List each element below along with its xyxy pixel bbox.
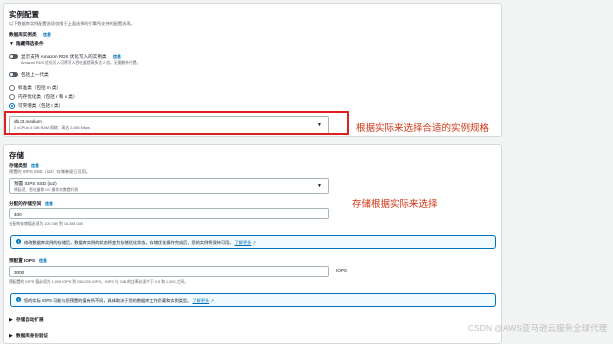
- external-link-icon: ↗: [210, 297, 214, 303]
- highlight-box: [4, 111, 349, 135]
- iops-info-link[interactable]: 信息: [39, 258, 47, 264]
- next-section-toggle[interactable]: 数据库身份验证: [16, 333, 48, 339]
- storage-alert-text: 修改数据库实例的存储后，数据库实例的状态将变为存储优化状态。存储优化操作完成后，…: [24, 239, 234, 245]
- storage-type-value-desc: 将延迟、吞吐量和 I/O 操作次数提升到: [14, 187, 79, 192]
- optimized-writes-desc: Amazon RDS 优化写入可将写入吞吐量提高多达 2 倍，无需额外付费。: [21, 61, 141, 65]
- storage-title: 存储: [9, 151, 24, 160]
- radio-memory-optimized-label: 内存优化类（包括 r 和 x 类）: [18, 94, 78, 99]
- radio-memory-optimized[interactable]: [9, 94, 15, 100]
- caret-right-icon: ▶: [9, 333, 13, 339]
- optimized-writes-label: 显示支持 Amazon RDS 优化写入的实例类: [21, 54, 107, 59]
- caret-right-icon: ▶: [9, 317, 13, 323]
- storage-type-select[interactable]: 预置 IOPS SSD (io2) 将延迟、吞吐量和 I/O 操作次数提升到 ▼: [9, 178, 329, 194]
- caret-down-icon: ▼: [9, 41, 14, 47]
- radio-burstable[interactable]: [9, 103, 15, 109]
- iops-label: 预配置 IOPS: [9, 258, 36, 263]
- instance-config-subtitle: 以下数据库实例配置选项仅限于上面选择的引擎所支持的配置选项。: [9, 21, 135, 26]
- storage-panel: 存储 存储类型 信息 预置的 IOPS SSD（io2）存储卷现已可用。 预置 …: [3, 144, 502, 344]
- allocated-storage-input[interactable]: 400: [9, 208, 329, 219]
- iops-alert-text: 您的实际 IOPS 可能与您预置的值有所不同，具体取决于您的数据库工作负载和实例…: [24, 297, 192, 303]
- iops-hint: 预配置的 IOPS 值必须为 1,000 IOPS 到 256,000 IOPS…: [9, 280, 188, 284]
- storage-alert-learn-more[interactable]: 了解更多: [235, 240, 252, 245]
- external-link-icon: ↗: [252, 239, 257, 245]
- instance-config-title: 实例配置: [9, 10, 39, 19]
- storage-annotation: 存储根据实际来选择: [352, 199, 438, 210]
- dropdown-arrow-icon: ▼: [317, 183, 322, 189]
- previous-gen-toggle[interactable]: [9, 72, 18, 77]
- iops-info-alert: i 您的实际 IOPS 可能与您预置的值有所不同，具体取决于您的数据库工作负载和…: [10, 293, 496, 307]
- optimized-writes-info-link[interactable]: 信息: [113, 54, 121, 60]
- filter-toggle[interactable]: 隐藏筛选条件: [16, 41, 44, 47]
- iops-alert-learn-more[interactable]: 了解更多: [192, 298, 209, 303]
- allocated-storage-label: 分配的存储空间: [9, 201, 42, 206]
- optimized-writes-toggle[interactable]: [9, 54, 18, 59]
- allocated-storage-hint: 分配的存储值必须为 100 GiB 到 16,384 GiB: [9, 222, 83, 226]
- class-info-link[interactable]: 信息: [43, 32, 51, 38]
- iops-input[interactable]: 3000: [9, 266, 329, 277]
- radio-standard[interactable]: [9, 85, 15, 91]
- class-label: 数据库实例类: [9, 32, 37, 37]
- allocated-storage-info-link[interactable]: 信息: [45, 201, 53, 207]
- previous-gen-label: 包括上一代类: [21, 72, 49, 77]
- storage-info-alert: i 修改数据库实例的存储后，数据库实例的状态将变为存储优化状态。存储优化操作完成…: [10, 235, 496, 249]
- iops-unit: IOPS: [336, 268, 347, 273]
- storage-type-value: 预置 IOPS SSD (io2): [14, 181, 57, 186]
- storage-type-desc: 预置的 IOPS SSD（io2）存储卷现已可用。: [9, 169, 90, 174]
- watermark: CSDN @AWS亚马逊云服务全球代理: [467, 323, 607, 333]
- instance-annotation: 根据实际来选择合适的实例规格: [356, 123, 490, 134]
- radio-standard-label: 标准类（包括 m 类）: [18, 85, 62, 90]
- info-icon: i: [16, 297, 21, 302]
- autoscaling-toggle[interactable]: 存储自动扩展: [16, 317, 44, 323]
- radio-burstable-label: 可突增类（包括 t 类）: [18, 103, 64, 108]
- info-icon: i: [16, 239, 21, 244]
